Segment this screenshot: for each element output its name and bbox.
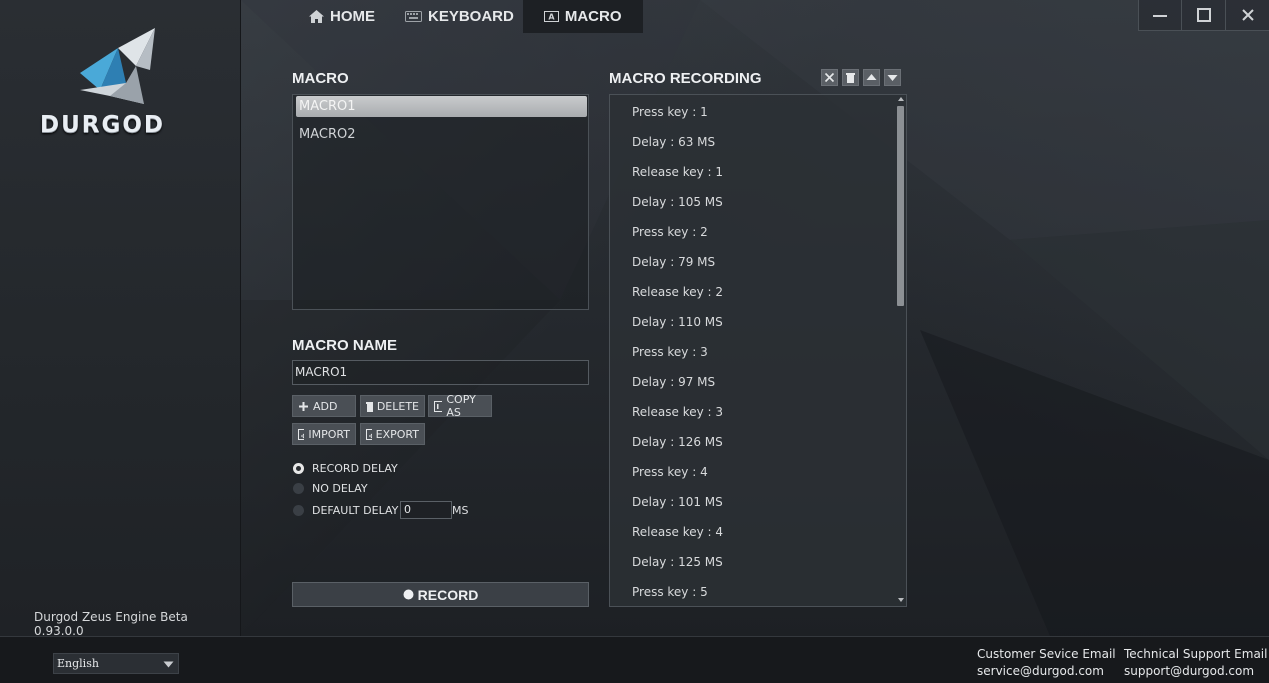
add-button-label: ADD [313, 399, 338, 413]
close-icon [1241, 9, 1254, 21]
version-label: Durgod Zeus Engine Beta 0.93.0.0 [34, 610, 188, 638]
recording-event[interactable]: Delay : 110 MS [632, 315, 723, 329]
technical-support-contact: Technical Support Email support@durgod.c… [1124, 646, 1267, 680]
add-button[interactable]: ADD [292, 395, 356, 417]
import-icon [298, 428, 305, 440]
window-controls [1138, 0, 1269, 31]
record-delay-option[interactable]: RECORD DELAY [293, 462, 398, 475]
sidebar: DURGOD Durgod Zeus Engine Beta 0.93.0.0 [0, 0, 241, 638]
language-select[interactable]: English [53, 653, 179, 674]
export-icon [366, 428, 372, 440]
record-button-label: RECORD [417, 586, 479, 603]
default-delay-radio[interactable] [293, 505, 304, 516]
maximize-button[interactable] [1182, 0, 1226, 31]
clear-recording-button[interactable] [821, 69, 838, 86]
customer-service-email[interactable]: service@durgod.com [977, 663, 1116, 680]
macro-icon: A [543, 11, 559, 22]
recording-event[interactable]: Press key : 3 [632, 345, 708, 359]
tab-macro-label: MACRO [564, 8, 622, 25]
keyboard-icon [405, 11, 422, 22]
copy-icon [434, 400, 443, 412]
copy-as-button-label: COPY AS [446, 393, 476, 419]
macro-name-title: MACRO NAME [292, 337, 397, 354]
record-delay-label: RECORD DELAY [312, 462, 398, 475]
trash-icon [846, 73, 855, 83]
delete-event-button[interactable] [842, 69, 859, 86]
no-delay-option[interactable]: NO DELAY [293, 482, 368, 495]
recording-event[interactable]: Release key : 2 [632, 285, 723, 299]
macro-list[interactable]: MACRO1 MACRO2 [292, 94, 589, 310]
customer-service-label: Customer Sevice Email [977, 647, 1116, 661]
customer-service-contact: Customer Sevice Email service@durgod.com [977, 646, 1116, 680]
recording-event[interactable]: Delay : 105 MS [632, 195, 723, 209]
chevron-down-icon [163, 661, 174, 668]
minimize-button[interactable] [1138, 0, 1182, 31]
home-icon [309, 10, 324, 23]
technical-support-label: Technical Support Email [1124, 647, 1268, 661]
language-value: English [57, 657, 99, 670]
macro-name-input[interactable]: MACRO1 [292, 360, 589, 385]
recording-event[interactable]: Delay : 79 MS [632, 255, 715, 269]
recording-event[interactable]: Release key : 3 [632, 405, 723, 419]
export-button-label: EXPORT [375, 427, 419, 441]
technical-support-email[interactable]: support@durgod.com [1124, 663, 1267, 680]
scrollbar-thumb[interactable] [897, 106, 904, 306]
close-button[interactable] [1226, 0, 1269, 31]
tab-home[interactable]: HOME [300, 0, 384, 33]
copy-as-button[interactable]: COPY AS [428, 393, 492, 419]
minimize-icon [1153, 15, 1167, 17]
recording-event[interactable]: Press key : 2 [632, 225, 708, 239]
move-down-button[interactable] [884, 69, 901, 86]
recording-event[interactable]: Delay : 125 MS [632, 555, 723, 569]
recording-toolbar [821, 69, 901, 86]
move-up-button[interactable] [863, 69, 880, 86]
record-delay-radio[interactable] [293, 463, 304, 474]
default-delay-label: DEFAULT DELAY [312, 504, 399, 517]
svg-text:A: A [548, 13, 555, 22]
trash-icon [366, 401, 373, 412]
export-button[interactable]: EXPORT [360, 423, 425, 445]
import-button[interactable]: IMPORT [292, 423, 356, 445]
top-nav: HOME KEYBOARD A MACRO [300, 0, 643, 33]
macro-section-title: MACRO [292, 70, 349, 87]
recording-event[interactable]: Delay : 101 MS [632, 495, 723, 509]
no-delay-label: NO DELAY [312, 482, 368, 495]
no-delay-radio[interactable] [293, 483, 304, 494]
tab-home-label: HOME [330, 8, 375, 25]
recording-event[interactable]: Press key : 5 [632, 585, 708, 599]
recording-event[interactable]: Press key : 1 [632, 105, 708, 119]
default-delay-input[interactable]: 0 [400, 501, 452, 519]
maximize-icon [1196, 8, 1211, 22]
recording-event[interactable]: Delay : 63 MS [632, 135, 715, 149]
delete-button[interactable]: DELETE [360, 395, 425, 417]
tab-keyboard-label: KEYBOARD [428, 8, 514, 25]
tab-keyboard[interactable]: KEYBOARD [396, 0, 523, 33]
close-icon [824, 72, 835, 83]
record-dot-icon [403, 589, 414, 600]
plus-icon [299, 401, 308, 411]
arrow-up-icon [866, 74, 877, 80]
recording-event[interactable]: Release key : 4 [632, 525, 723, 539]
recording-scrollbar[interactable] [896, 95, 906, 606]
scroll-up-arrow-icon[interactable] [896, 95, 906, 103]
app-window: DURGOD Durgod Zeus Engine Beta 0.93.0.0 … [0, 0, 1269, 683]
logo-text: DURGOD [40, 112, 166, 138]
default-delay-option[interactable]: DEFAULT DELAY [293, 504, 398, 517]
recording-list[interactable]: Press key : 1 Delay : 63 MS Release key : … [609, 94, 907, 607]
macro-list-item[interactable]: MACRO1 [296, 96, 587, 117]
recording-event[interactable]: Delay : 126 MS [632, 435, 723, 449]
recording-event[interactable]: Press key : 4 [632, 465, 708, 479]
recording-event[interactable]: Delay : 97 MS [632, 375, 715, 389]
macro-recording-title: MACRO RECORDING [609, 70, 762, 87]
scroll-down-arrow-icon[interactable] [896, 596, 906, 604]
delete-button-label: DELETE [376, 399, 419, 413]
arrow-down-icon [887, 75, 898, 81]
delay-unit-label: MS [452, 504, 469, 517]
record-button[interactable]: RECORD [292, 582, 589, 607]
tab-macro[interactable]: A MACRO [522, 0, 643, 33]
import-button-label: IMPORT [308, 427, 350, 441]
recording-event[interactable]: Release key : 1 [632, 165, 723, 179]
macro-list-item[interactable]: MACRO2 [296, 124, 587, 145]
